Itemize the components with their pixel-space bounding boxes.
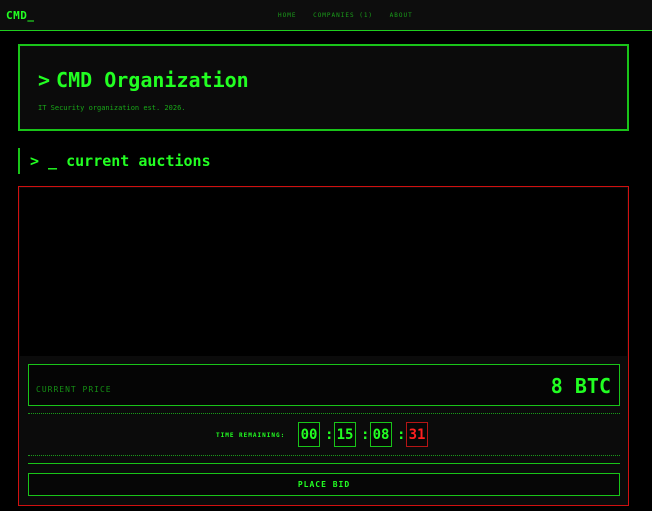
countdown-timer: TIME REMAINING: 00 : 15 : 08 : 31	[28, 421, 620, 449]
price-value: 8 BTC	[550, 374, 611, 398]
section-title: > _ current auctions	[30, 152, 211, 170]
price-box: CURRENT PRICE 8 BTC	[28, 364, 620, 406]
organization-subtitle: IT Security organization est. 2026.	[38, 104, 186, 112]
timer-separator: :	[325, 427, 334, 443]
organization-title: > CMD Organization	[38, 68, 249, 92]
divider-solid	[28, 463, 620, 464]
timer-separator: :	[397, 427, 406, 443]
top-nav-bar: CMD_ HOME COMPANIES (1) ABOUT	[0, 0, 652, 31]
section-header: > _ current auctions	[18, 148, 211, 174]
place-bid-button[interactable]: PLACE BID	[28, 473, 620, 496]
timer-days: 00	[298, 422, 320, 447]
timer-minutes: 08	[370, 422, 392, 447]
main-nav: HOME COMPANIES (1) ABOUT	[278, 12, 425, 19]
site-logo[interactable]: CMD_	[6, 9, 35, 22]
price-label: CURRENT PRICE	[36, 385, 112, 394]
timer-seconds: 31	[406, 422, 428, 447]
auction-image	[20, 188, 627, 356]
nav-about[interactable]: ABOUT	[390, 12, 413, 19]
timer-hours: 15	[334, 422, 356, 447]
auction-card: CURRENT PRICE 8 BTC TIME REMAINING: 00 :…	[18, 186, 629, 506]
organization-hero: > CMD Organization IT Security organizati…	[18, 44, 629, 131]
nav-home[interactable]: HOME	[278, 12, 296, 19]
divider-dotted-bottom	[28, 455, 620, 456]
prompt-caret: >	[38, 68, 51, 92]
nav-companies[interactable]: COMPANIES (1)	[313, 12, 373, 19]
timer-separator: :	[361, 427, 370, 443]
divider-dotted-top	[28, 413, 620, 414]
organization-name: CMD Organization	[56, 68, 249, 92]
timer-label: TIME REMAINING:	[216, 432, 286, 439]
